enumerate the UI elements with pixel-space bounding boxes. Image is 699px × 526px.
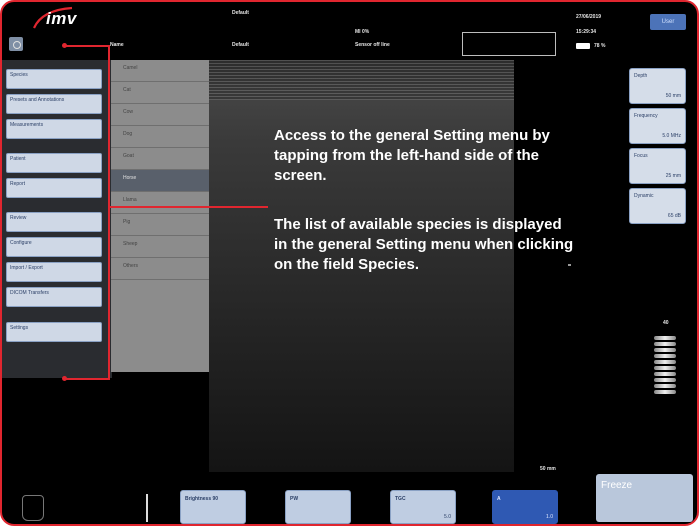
menu-item-label: Review [10,215,27,221]
freeze-button[interactable]: Freeze [596,474,693,522]
bottom-divider [146,494,148,522]
brightness-button[interactable]: Brightness 90 [180,490,246,524]
gain-slider-segment [654,342,676,346]
logo: imv [46,9,77,28]
gain-slider-segment [654,348,676,352]
pw-label: PW [290,496,299,502]
menu-item-label: Settings [10,325,29,331]
callout-line-vertical [108,45,110,380]
depth-label: Depth [634,73,648,79]
menu-item-presets[interactable]: Presets and Annotations [6,94,102,114]
species-item[interactable]: Llama [111,192,209,214]
species-item[interactable]: Dog [111,126,209,148]
menu-item-report[interactable]: Report [6,178,102,198]
freeze-label: Freeze [601,480,633,491]
callout-line-middle [110,206,268,208]
settings-gear-icon[interactable] [9,37,23,51]
depth-value: 50 mm [665,93,681,99]
menu-item-label: Presets and Annotations [10,97,65,103]
gain-slider-segment [654,336,676,340]
menu-item-label: Patient [10,156,26,162]
battery-level: 78 % [594,43,606,49]
frequency-button[interactable]: Frequency 5.0 MHz [629,108,686,144]
tgc-value: 5.0 [444,514,451,520]
species-item[interactable]: Sheep [111,236,209,258]
battery-icon [576,43,590,49]
species-item[interactable]: Camel [111,60,209,82]
focus-value: 25 mm [665,173,681,179]
callout-dot-bottom [62,376,67,381]
gain-slider-segment [654,354,676,358]
mode-a-label: A [497,496,501,502]
menu-item-label: Import / Export [10,265,43,271]
preset-value[interactable]: Default [232,42,249,48]
menu-item-import-export[interactable]: Import / Export [6,262,102,282]
time: 15:29:34 [576,29,597,35]
callout-line-top [65,45,110,47]
frequency-label: Frequency [634,113,658,119]
gain-slider-segment [654,384,676,388]
species-item[interactable]: Cat [111,82,209,104]
pw-button[interactable]: PW [285,490,351,524]
dynamic-label: Dynamic [634,193,654,199]
ultrasound-screen: imv Default MI 0% Name Default Sensor of… [0,0,699,526]
tgc-label: TGC [395,496,406,502]
preset-label: Name [110,42,124,48]
frequency-value: 5.0 MHz [662,133,681,139]
menu-item-dicom[interactable]: DICOM Transfers [6,287,102,307]
gain-slider-segment [654,372,676,376]
species-list: Camel Cat Cow Dog Goat Horse Llama Pig S… [111,60,209,372]
mode-a-value: 1.0 [546,514,553,520]
callout-dot-top [62,43,67,48]
dynamic-value: 65 dB [667,213,681,219]
menu-item-label: DICOM Transfers [10,290,49,296]
focus-label: Focus [634,153,648,159]
menu-item-label: Measurements [10,122,44,128]
gain-slider[interactable] [652,334,678,404]
menu-item-settings[interactable]: Settings [6,322,102,342]
mi-label: MI 0% [355,29,370,35]
species-item[interactable]: Cow [111,104,209,126]
settings-menu: Species Presets and Annotations Measurem… [2,60,112,378]
species-item[interactable]: Pig [111,214,209,236]
menu-item-label: Report [10,181,26,187]
date: 27/06/2019 [576,14,602,20]
sensor-status: Sensor off line [355,42,390,48]
menu-item-species[interactable]: Species [6,69,102,89]
menu-item-configure[interactable]: Configure [6,237,102,257]
species-item[interactable]: Others [111,258,209,280]
menu-item-label: Species [10,72,28,78]
menu-item-review[interactable]: Review [6,212,102,232]
gain-label: 40 [663,320,669,326]
dynamic-button[interactable]: Dynamic 65 dB [629,188,686,224]
info-box [462,32,556,56]
callout-text-species: The list of available species is display… [274,216,574,273]
probe-icon[interactable] [22,495,44,521]
tgc-button[interactable]: TGC 5.0 [390,490,456,524]
mode-a-button[interactable]: A 1.0 [492,490,558,524]
scale-label: 50 mm [540,466,556,472]
image-texture [209,60,514,100]
species-item-selected[interactable]: Horse [111,170,209,192]
menu-item-patient[interactable]: Patient [6,153,102,173]
gain-slider-segment [654,378,676,382]
gain-slider-segment [654,390,676,394]
species-item[interactable]: Goat [111,148,209,170]
menu-item-label: Configure [10,240,32,246]
depth-button[interactable]: Depth 50 mm [629,68,686,104]
menu-item-measurements[interactable]: Measurements [6,119,102,139]
preset-top: Default [232,10,249,16]
callout-text-settings: Access to the general Setting menu by ta… [274,127,550,184]
user-button[interactable]: User [650,14,686,30]
callout-line-bottom [65,378,110,380]
brightness-label: Brightness 90 [185,496,219,502]
gain-slider-segment [654,360,676,364]
gain-slider-segment [654,366,676,370]
focus-button[interactable]: Focus 25 mm [629,148,686,184]
